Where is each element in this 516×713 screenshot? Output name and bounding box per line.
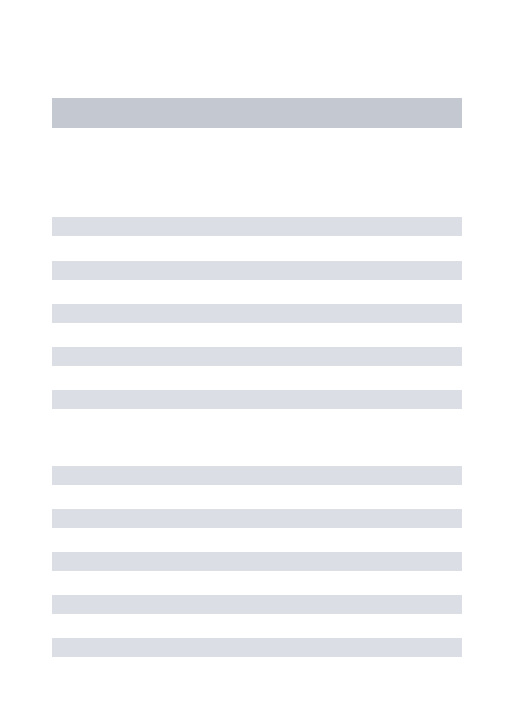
skeleton-line <box>52 552 462 571</box>
skeleton-line <box>52 595 462 614</box>
skeleton-line <box>52 304 462 323</box>
skeleton-line <box>52 390 462 409</box>
skeleton-line <box>52 217 462 236</box>
skeleton-line <box>52 509 462 528</box>
skeleton-line <box>52 261 462 280</box>
skeleton-header <box>52 98 462 128</box>
skeleton-line <box>52 638 462 657</box>
skeleton-line <box>52 466 462 485</box>
skeleton-line <box>52 347 462 366</box>
